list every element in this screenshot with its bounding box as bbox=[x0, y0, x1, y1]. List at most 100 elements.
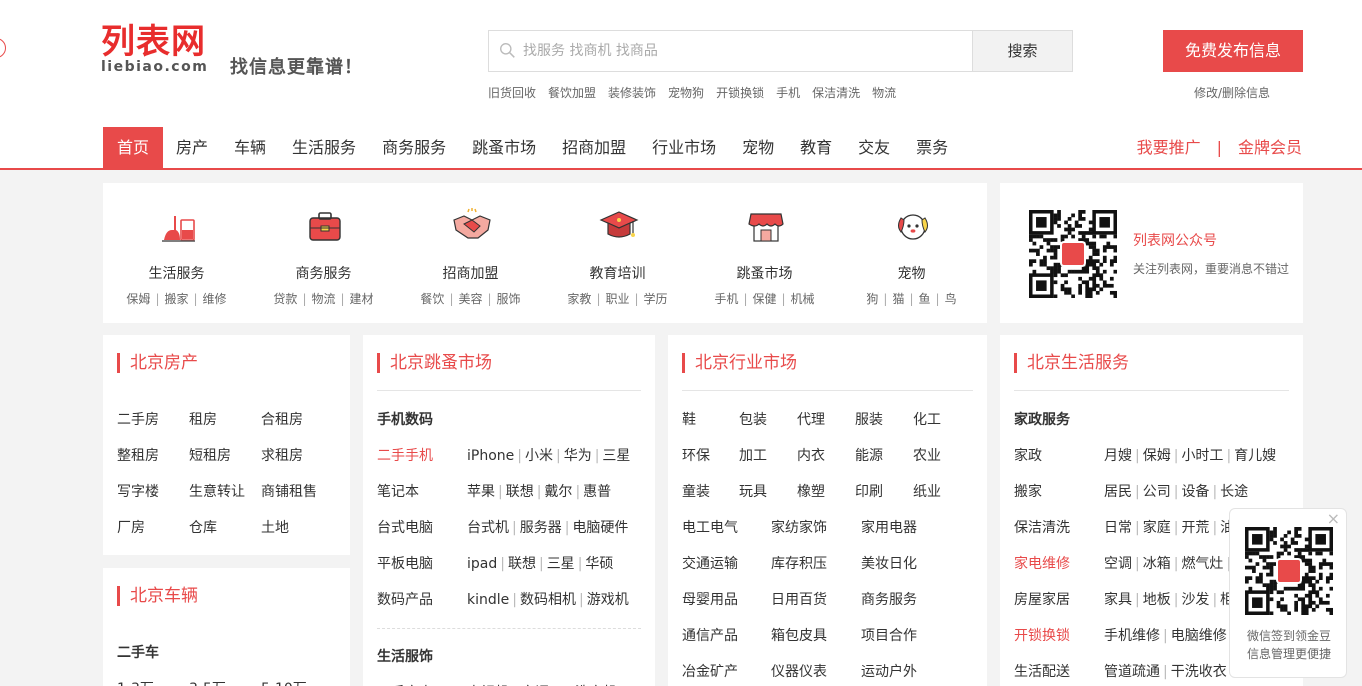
row-item-link[interactable]: 沙发 bbox=[1181, 592, 1209, 608]
hot-tag[interactable]: 手机 bbox=[776, 84, 800, 101]
row-item-link[interactable]: 游戏机 bbox=[587, 592, 629, 608]
category-sub-link[interactable]: 狗 bbox=[866, 292, 878, 306]
category-name[interactable]: 跳蚤市场 bbox=[691, 263, 838, 283]
row-item-link[interactable]: 华为 bbox=[564, 448, 592, 464]
industry-link[interactable]: 玩具 bbox=[739, 481, 767, 501]
industry-link[interactable]: 环保 bbox=[682, 445, 710, 465]
row-item-link[interactable]: 华硕 bbox=[585, 556, 613, 572]
house-link[interactable]: 租房 bbox=[189, 409, 217, 429]
category-sub-link[interactable]: 机械 bbox=[791, 292, 815, 306]
industry-link[interactable]: 项目合作 bbox=[861, 625, 917, 645]
row-item-link[interactable]: 家庭 bbox=[1143, 520, 1171, 536]
house-link[interactable]: 二手房 bbox=[117, 409, 159, 429]
category-name[interactable]: 宠物 bbox=[838, 263, 985, 283]
row-item-link[interactable]: 管道疏通 bbox=[1104, 664, 1160, 680]
row-label-link[interactable]: 数码产品 bbox=[377, 589, 433, 609]
nav-item[interactable]: 首页 bbox=[103, 127, 164, 168]
category-sub-link[interactable]: 鸟 bbox=[945, 292, 957, 306]
hot-tag[interactable]: 保洁清洗 bbox=[812, 84, 860, 101]
category-4[interactable]: 教育培训 家教 | 职业 | 学历 bbox=[544, 183, 691, 323]
category-sub-link[interactable]: 保姆 bbox=[126, 292, 150, 306]
industry-link[interactable]: 鞋 bbox=[682, 409, 696, 429]
hot-tag[interactable]: 开锁换锁 bbox=[716, 84, 764, 101]
row-item-link[interactable]: 电视机 bbox=[467, 682, 509, 686]
row-label-link[interactable]: 家政 bbox=[1014, 445, 1042, 465]
modify-delete-link[interactable]: 修改/删除信息 bbox=[1194, 84, 1270, 101]
industry-link[interactable]: 母婴用品 bbox=[682, 589, 738, 609]
row-item-link[interactable]: iPhone bbox=[467, 448, 514, 464]
nav-item[interactable]: 票务 bbox=[903, 127, 961, 168]
category-sub-link[interactable]: 职业 bbox=[605, 292, 629, 306]
car-price-link[interactable]: 3-5万 bbox=[189, 678, 226, 686]
nav-item[interactable]: 车辆 bbox=[221, 127, 279, 168]
house-link[interactable]: 商铺租售 bbox=[261, 481, 317, 501]
house-link[interactable]: 整租房 bbox=[117, 445, 159, 465]
industry-link[interactable]: 仪器仪表 bbox=[771, 661, 827, 681]
industry-link[interactable]: 冶金矿产 bbox=[682, 661, 738, 681]
industry-link[interactable]: 代理 bbox=[797, 409, 825, 429]
row-label-link[interactable]: 房屋家居 bbox=[1014, 589, 1070, 609]
search-button[interactable]: 搜索 bbox=[972, 31, 1072, 71]
row-item-link[interactable]: 戴尔 bbox=[544, 484, 572, 500]
category-name[interactable]: 生活服务 bbox=[103, 263, 250, 283]
row-item-link[interactable]: 服务器 bbox=[520, 520, 562, 536]
nav-item[interactable]: 宠物 bbox=[729, 127, 787, 168]
row-label-link[interactable]: 开锁换锁 bbox=[1014, 625, 1070, 645]
category-name[interactable]: 招商加盟 bbox=[397, 263, 544, 283]
car-price-link[interactable]: 1-3万 bbox=[117, 678, 154, 686]
row-item-link[interactable]: 家具 bbox=[1104, 592, 1132, 608]
wechat-title[interactable]: 列表网公众号 bbox=[1133, 230, 1217, 250]
industry-link[interactable]: 内衣 bbox=[797, 445, 825, 465]
house-link[interactable]: 仓库 bbox=[189, 517, 217, 537]
category-sub-link[interactable]: 手机 bbox=[714, 292, 738, 306]
nav-item[interactable]: 教育 bbox=[787, 127, 845, 168]
category-2[interactable]: 商务服务 贷款 | 物流 | 建材 bbox=[250, 183, 397, 323]
hot-tag[interactable]: 宠物狗 bbox=[668, 84, 704, 101]
nav-item[interactable]: 招商加盟 bbox=[549, 127, 639, 168]
nav-item[interactable]: 商务服务 bbox=[369, 127, 459, 168]
row-item-link[interactable]: 日常 bbox=[1104, 520, 1132, 536]
industry-link[interactable]: 印刷 bbox=[855, 481, 883, 501]
industry-link[interactable]: 服装 bbox=[855, 409, 883, 429]
row-item-link[interactable]: 地板 bbox=[1143, 592, 1171, 608]
industry-link[interactable]: 纸业 bbox=[913, 481, 941, 501]
row-item-link[interactable]: 冰箱 bbox=[1143, 556, 1171, 572]
industry-link[interactable]: 家纺家饰 bbox=[771, 517, 827, 537]
row-item-link[interactable]: 联想 bbox=[506, 484, 534, 500]
row-item-link[interactable]: 惠普 bbox=[583, 484, 611, 500]
row-label-link[interactable]: 生活配送 bbox=[1014, 661, 1070, 681]
row-item-link[interactable]: 公司 bbox=[1143, 484, 1171, 500]
industry-link[interactable]: 运动户外 bbox=[861, 661, 917, 681]
row-item-link[interactable]: 干洗收衣 bbox=[1171, 664, 1227, 680]
industry-link[interactable]: 能源 bbox=[855, 445, 883, 465]
industry-link[interactable]: 电工电气 bbox=[682, 517, 738, 537]
nav-item[interactable]: 房产 bbox=[163, 127, 221, 168]
industry-link[interactable]: 美妆日化 bbox=[861, 553, 917, 573]
row-item-link[interactable]: 手机维修 bbox=[1104, 628, 1160, 644]
category-sub-link[interactable]: 搬家 bbox=[164, 292, 188, 306]
category-sub-link[interactable]: 服饰 bbox=[497, 292, 521, 306]
row-item-link[interactable]: 燃气灶 bbox=[1181, 556, 1223, 572]
row-item-link[interactable]: 小时工 bbox=[1181, 448, 1223, 464]
category-sub-link[interactable]: 鱼 bbox=[919, 292, 931, 306]
industry-link[interactable]: 交通运输 bbox=[682, 553, 738, 573]
row-item-link[interactable]: 数码相机 bbox=[520, 592, 576, 608]
row-label-link[interactable]: 二手手机 bbox=[377, 445, 433, 465]
nav-item[interactable]: 行业市场 bbox=[639, 127, 729, 168]
row-item-link[interactable]: 台式机 bbox=[467, 520, 509, 536]
house-link[interactable]: 短租房 bbox=[189, 445, 231, 465]
category-6[interactable]: 宠物狗 | 猫 | 鱼 | 鸟 bbox=[838, 183, 985, 323]
row-item-link[interactable]: 月嫂 bbox=[1104, 448, 1132, 464]
house-link[interactable]: 写字楼 bbox=[117, 481, 159, 501]
industry-link[interactable]: 童装 bbox=[682, 481, 710, 501]
row-item-link[interactable]: 二手家电 bbox=[377, 682, 433, 686]
category-sub-link[interactable]: 美容 bbox=[458, 292, 482, 306]
row-label-link[interactable]: 台式电脑 bbox=[377, 517, 433, 537]
industry-link[interactable]: 化工 bbox=[913, 409, 941, 429]
row-item-link[interactable]: 洗衣机 bbox=[575, 682, 617, 686]
nav-item[interactable]: 交友 bbox=[845, 127, 903, 168]
row-item-link[interactable]: 电脑维修 bbox=[1171, 628, 1227, 644]
gold-member-link[interactable]: 金牌会员 bbox=[1238, 127, 1302, 168]
row-item-link[interactable]: 联想 bbox=[508, 556, 536, 572]
category-1[interactable]: 生活服务 保姆 | 搬家 | 维修 bbox=[103, 183, 250, 323]
